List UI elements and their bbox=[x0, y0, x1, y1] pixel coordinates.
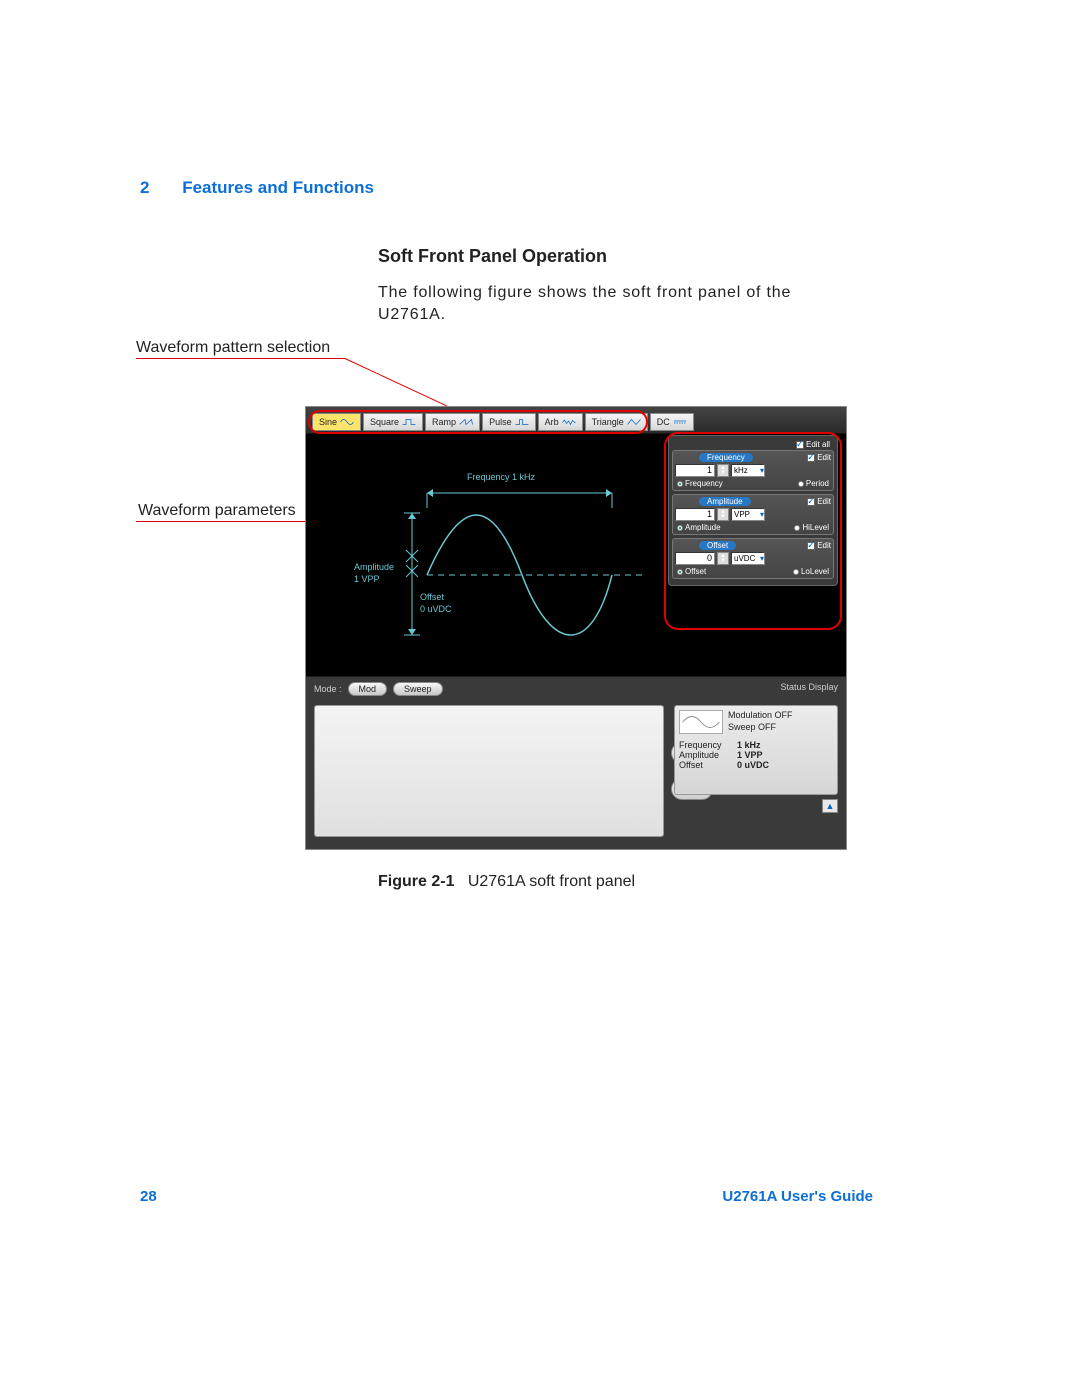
figure-text: U2761A soft front panel bbox=[468, 873, 635, 890]
amp-label-1: Amplitude bbox=[354, 562, 394, 572]
offset-label-1: Offset bbox=[420, 592, 444, 602]
collapse-button[interactable]: ▲ bbox=[822, 799, 838, 813]
body-text: The following figure shows the soft fron… bbox=[378, 282, 848, 325]
soft-front-panel-screenshot: Sine Square Ramp Pulse Arb Triangle DC bbox=[305, 406, 847, 850]
freq-label: Frequency 1 kHz bbox=[467, 472, 536, 482]
callout-line bbox=[136, 358, 346, 359]
waveform-btn-dc[interactable]: DC bbox=[650, 413, 694, 431]
mode-label: Mode : bbox=[314, 684, 342, 694]
offset-label-2: 0 uVDC bbox=[420, 604, 452, 614]
chapter-header: 2 Features and Functions bbox=[140, 178, 374, 198]
chapter-number: 2 bbox=[140, 178, 149, 197]
status-row-val: 1 VPP bbox=[737, 750, 763, 760]
sweep-button[interactable]: Sweep bbox=[393, 682, 443, 696]
annotation-highlight-params bbox=[664, 432, 842, 630]
status-panel: Modulation OFF Sweep OFF Frequency1 kHz … bbox=[674, 705, 838, 795]
callout-waveform-parameters: Waveform parameters bbox=[138, 502, 296, 520]
status-row-key: Amplitude bbox=[679, 750, 737, 760]
mode-config-area bbox=[314, 705, 664, 837]
figure-label: Figure 2-1 bbox=[378, 873, 454, 890]
annotation-highlight-toolbar bbox=[308, 410, 648, 434]
section-title: Soft Front Panel Operation bbox=[378, 246, 607, 267]
waveform-display: Frequency 1 kHz Amplitude 1 VPP Offset 0… bbox=[312, 435, 662, 675]
status-row-val: 0 uVDC bbox=[737, 760, 769, 770]
guide-label: U2761A User's Guide bbox=[722, 1188, 873, 1205]
status-row-key: Frequency bbox=[679, 740, 737, 750]
figure-caption: Figure 2-1 U2761A soft front panel bbox=[378, 873, 635, 891]
dc-icon bbox=[673, 417, 687, 427]
callout-waveform-selection: Waveform pattern selection bbox=[136, 339, 330, 357]
page-number: 28 bbox=[140, 1188, 157, 1205]
status-row-key: Offset bbox=[679, 760, 737, 770]
waveform-btn-label: DC bbox=[657, 417, 670, 427]
status-wave-icon bbox=[679, 710, 723, 734]
status-row-val: 1 kHz bbox=[737, 740, 761, 750]
amp-label-2: 1 VPP bbox=[354, 574, 380, 584]
mode-bar: Mode : Mod Sweep bbox=[314, 682, 443, 696]
callout-line bbox=[345, 358, 454, 410]
status-display-label: Status Display bbox=[780, 682, 838, 692]
mod-button[interactable]: Mod bbox=[348, 682, 388, 696]
chapter-title: Features and Functions bbox=[182, 178, 374, 197]
